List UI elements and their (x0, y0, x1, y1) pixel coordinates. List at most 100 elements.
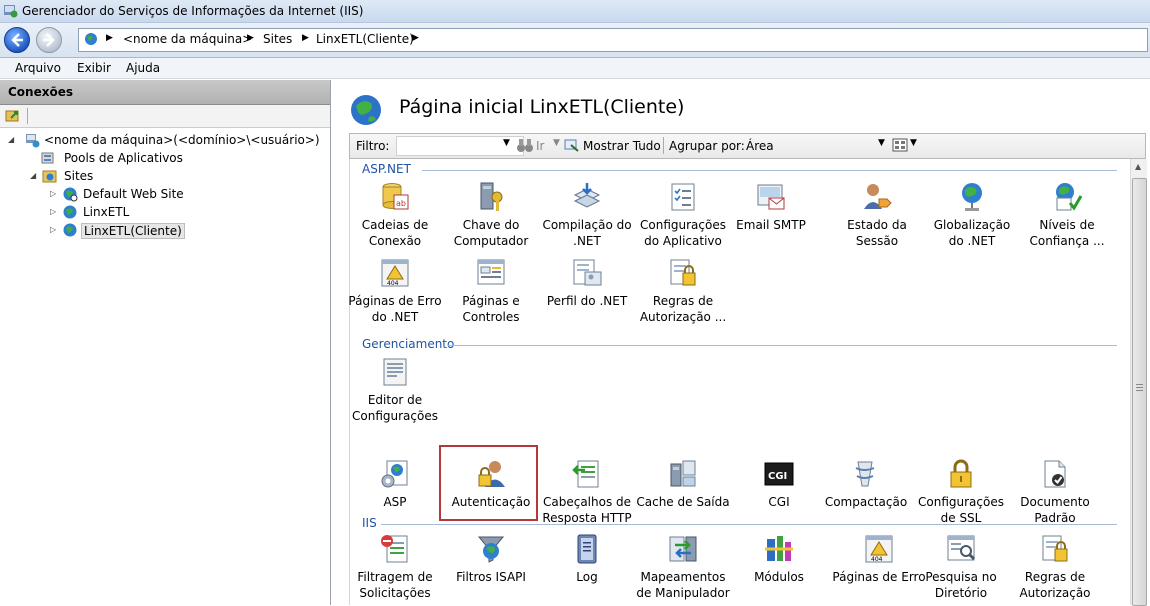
feature-error-pages[interactable]: 404 Páginas de Erro (832, 533, 926, 585)
section-divider (448, 345, 1117, 346)
feature-label: Chave do Computador (453, 218, 529, 248)
toolbar-separator (27, 108, 28, 124)
tree-item-machine[interactable]: ◢ <nome da máquina>(<domínio>\<usuário>) (8, 132, 328, 149)
address-bar[interactable]: ▶ <nome da máquina> ▶ Sites ▶ LinxETL(Cl… (78, 28, 1148, 52)
feature-net-error-pages[interactable]: 404 Páginas de Erro do .NET (348, 257, 442, 325)
forward-button[interactable] (36, 27, 62, 53)
trust-levels-icon (1056, 183, 1083, 211)
configuration-editor-icon (383, 358, 407, 386)
tree-item-linxetl[interactable]: ▷ LinxETL (8, 204, 328, 221)
connections-pane: Conexões ◢ <nome da máquina>(<domínio>\<… (0, 80, 331, 605)
section-title-gerenciamento[interactable]: Gerenciamento (362, 337, 454, 351)
dropdown-arrow-icon[interactable]: ▼ (910, 138, 917, 148)
connect-icon[interactable] (5, 108, 21, 123)
request-filtering-icon (381, 535, 408, 563)
feature-label: Filtragem de Solicitações (357, 570, 433, 600)
feature-request-filtering[interactable]: Filtragem de Solicitações (348, 533, 442, 601)
compilation-icon (573, 183, 601, 208)
pages-controls-icon (477, 259, 505, 285)
expand-right-icon[interactable]: ▷ (50, 189, 56, 198)
globe-icon (63, 223, 77, 237)
feature-label: Perfil do .NET (546, 294, 628, 308)
feature-label: Configurações de SSL (918, 495, 1004, 525)
feature-authorization-rules[interactable]: Regras de Autorização (1008, 533, 1102, 601)
binoculars-icon[interactable] (516, 138, 534, 153)
tree-item-app-pools[interactable]: Pools de Aplicativos (8, 150, 328, 167)
breadcrumb-site[interactable]: LinxETL(Cliente) (316, 32, 414, 46)
view-mode-icon[interactable] (892, 138, 908, 152)
feature-net-authorization-rules[interactable]: Regras de Autorização ... (636, 257, 730, 325)
feature-smtp-email[interactable]: Email SMTP (724, 181, 818, 233)
connections-toolbar (0, 105, 330, 128)
dropdown-arrow-icon[interactable]: ▼ (553, 138, 560, 148)
dropdown-arrow-icon[interactable]: ▼ (503, 138, 510, 148)
feature-compression[interactable]: Compactação (819, 458, 913, 510)
feature-label: Cabeçalhos de Resposta HTTP (542, 495, 632, 525)
feature-label: Estado da Sessão (847, 218, 907, 248)
session-state-icon (864, 184, 892, 209)
scrollbar-thumb[interactable] (1132, 178, 1147, 606)
tree-item-linxetl-cliente[interactable]: ▷ LinxETL(Cliente) (8, 222, 328, 239)
feature-output-cache[interactable]: Cache de Saída (636, 458, 730, 510)
tree-label: <nome da máquina>(<domínio>\<usuário>) (44, 133, 320, 147)
compression-icon (855, 461, 875, 487)
feature-default-document[interactable]: Documento Padrão (1008, 458, 1102, 526)
feature-directory-browsing[interactable]: Pesquisa no Diretório (914, 533, 1008, 601)
menu-exibir[interactable]: Exibir (77, 61, 111, 75)
globe-icon (63, 187, 78, 202)
globe-icon (85, 33, 97, 45)
feature-logging[interactable]: Log (540, 533, 634, 585)
tree-item-sites[interactable]: ◢ Sites (8, 168, 328, 185)
menu-arquivo[interactable]: Arquivo (15, 61, 61, 75)
feature-net-profile[interactable]: Perfil do .NET (540, 257, 634, 309)
title-bar: Gerenciador do Serviços de Informações d… (0, 0, 1150, 23)
selection-highlight (439, 445, 538, 521)
feature-session-state[interactable]: Estado da Sessão (830, 181, 924, 249)
feature-app-settings[interactable]: Configurações do Aplicativo (636, 181, 730, 249)
breadcrumb-sites[interactable]: Sites (263, 32, 292, 46)
back-button[interactable] (4, 27, 30, 53)
navigation-bar: ▶ <nome da máquina> ▶ Sites ▶ LinxETL(Cl… (0, 23, 1150, 58)
feature-label: Compilação do .NET (542, 218, 632, 248)
feature-configuration-editor[interactable]: Editor de Configurações (348, 356, 442, 424)
breadcrumb-machine[interactable]: <nome da máquina> (123, 32, 252, 46)
expand-down-icon[interactable]: ◢ (8, 135, 14, 144)
menu-ajuda[interactable]: Ajuda (126, 61, 160, 75)
dropdown-arrow-icon[interactable]: ▼ (878, 138, 885, 148)
feature-label: Globalização do .NET (933, 218, 1011, 248)
feature-net-globalization[interactable]: Globalização do .NET (925, 181, 1019, 249)
vertical-scrollbar[interactable]: ▲ (1130, 159, 1147, 606)
feature-cgi[interactable]: CGI CGI (732, 458, 826, 510)
feature-modules[interactable]: Módulos (732, 533, 826, 585)
feature-pages-controls[interactable]: Páginas e Controles (444, 257, 538, 325)
feature-handler-mappings[interactable]: Mapeamentos de Manipulador (636, 533, 730, 601)
section-title-aspnet[interactable]: ASP.NET (362, 162, 411, 176)
feature-label: Pesquisa no Diretório (925, 570, 997, 600)
group-by-select[interactable]: Área (746, 139, 774, 153)
lock-icon (950, 459, 972, 488)
feature-ssl-settings[interactable]: Configurações de SSL (914, 458, 1008, 526)
feature-isapi-filters[interactable]: Filtros ISAPI (444, 533, 538, 585)
feature-label: Mapeamentos de Manipulador (636, 570, 730, 600)
expand-right-icon[interactable]: ▷ (50, 207, 56, 216)
expand-down-icon[interactable]: ◢ (30, 171, 36, 180)
feature-label: Páginas e Controles (462, 294, 520, 324)
go-button[interactable]: Ir (536, 139, 544, 153)
scroll-up-icon[interactable]: ▲ (1135, 162, 1141, 171)
feature-connection-strings[interactable]: ab Cadeias de Conexão (348, 181, 442, 249)
feature-asp[interactable]: ASP (348, 458, 442, 510)
response-headers-icon (572, 460, 599, 488)
feature-label: Regras de Autorização (1019, 570, 1091, 600)
feature-machine-key[interactable]: Chave do Computador (444, 181, 538, 249)
asp-icon (381, 460, 408, 488)
section-title-iis[interactable]: IIS (362, 516, 377, 530)
toolbar-separator (663, 137, 664, 154)
expand-right-icon[interactable]: ▷ (50, 225, 56, 234)
feature-net-compilation[interactable]: Compilação do .NET (540, 181, 634, 249)
feature-http-response-headers[interactable]: Cabeçalhos de Resposta HTTP (540, 458, 634, 526)
directory-browsing-icon (947, 535, 976, 561)
tree-item-default-web-site[interactable]: ▷ Default Web Site (8, 186, 328, 203)
feature-trust-levels[interactable]: Níveis de Confiança ... (1020, 181, 1114, 249)
chevron-right-icon: ▶ (302, 33, 309, 43)
show-all-button[interactable]: Mostrar Tudo (583, 139, 661, 153)
